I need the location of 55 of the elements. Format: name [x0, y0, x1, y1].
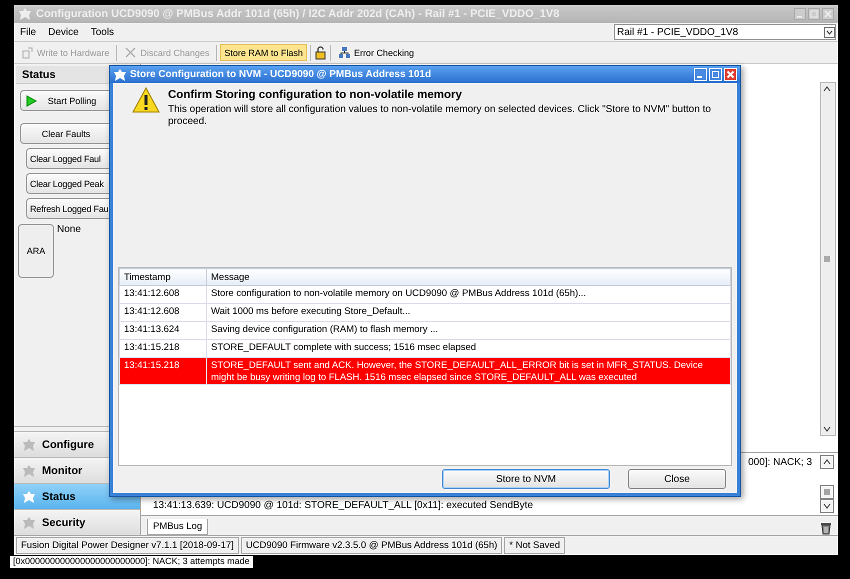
- x-icon: [124, 46, 138, 59]
- trash-icon[interactable]: [820, 521, 832, 535]
- toolbar-button[interactable]: Error Checking: [334, 44, 418, 61]
- column-header: Timestamp: [120, 268, 206, 286]
- minimize-icon[interactable]: [794, 8, 806, 20]
- log-line: 13:41:13.639: UCD9090 @ 101d: STORE_DEFAULT_ALL [0x11]: executed SendByte: [153, 500, 534, 511]
- column-header: Message: [206, 268, 730, 286]
- lock-icon[interactable]: [314, 46, 327, 60]
- dialog-message: This operation will store all configuration values to non-volatile memory on selected devices. Click "Store to NVM" button to proceed.: [168, 104, 712, 128]
- menu-item[interactable]: Tools: [84, 26, 120, 38]
- status-text: * Not Saved: [504, 537, 565, 554]
- menu-item[interactable]: Device: [42, 26, 85, 38]
- table-cell: Saving device configuration (RAM) to flash memory ...: [206, 322, 730, 340]
- close-icon[interactable]: [822, 8, 834, 20]
- table-cell: Wait 1000 ms before executing Store_Default...: [206, 304, 730, 322]
- toolbar-button[interactable]: Store RAM to Flash: [220, 44, 307, 61]
- status-text: Fusion Digital Power Designer v7.1.1 [2018-09-17]: [16, 537, 239, 554]
- log-tab[interactable]: PMBus Log: [147, 519, 208, 535]
- upload-icon: [21, 46, 34, 59]
- background-log-text: [0x000000000000000000000000]: NACK; 3 attempts made: [10, 556, 253, 568]
- status-text: UCD9090 Firmware v2.3.5.0 @ PMBus Address 101d (65h): [240, 537, 502, 554]
- logo-icon: [18, 7, 32, 21]
- dialog-button[interactable]: Store to NVM: [442, 469, 610, 489]
- logo-icon: [22, 490, 36, 504]
- scrollbar[interactable]: [820, 82, 836, 436]
- maximize-icon[interactable]: [808, 8, 820, 20]
- dialog-heading: Confirm Storing configuration to non-volatile memory: [168, 89, 463, 101]
- panel-button[interactable]: Clear Logged Faul: [26, 148, 109, 169]
- dialog-button[interactable]: Close: [628, 469, 726, 489]
- table-cell: STORE_DEFAULT sent and ACK. However, the STORE_DEFAULT_ALL_ERROR bit is set in MFR_STATUS. Device might be busy writing log to FLASH. 1516 msec elapsed since STORE_DEFAULT_ALL was executed: [206, 358, 730, 384]
- logo-icon: [22, 464, 36, 478]
- rail-select[interactable]: Rail #1 - PCIE_VDDO_1V8: [614, 24, 836, 40]
- grip-icon: [821, 255, 833, 263]
- scroll-controls-icon: [820, 485, 834, 513]
- table-cell: Store configuration to non-volatile memory on UCD9090 @ PMBus Address 101d (65h)...: [206, 286, 730, 304]
- logo-icon: [22, 516, 36, 530]
- log-line: 000]: NACK; 3: [748, 457, 812, 468]
- table-cell: 13:41:15.218: [120, 358, 206, 384]
- panel-button[interactable]: Refresh Logged Fau: [26, 198, 109, 219]
- ara-value: None: [57, 224, 81, 237]
- menu-item[interactable]: File: [14, 26, 42, 38]
- panel-button[interactable]: Start Polling: [20, 90, 109, 111]
- dropdown-icon: [824, 26, 835, 38]
- play-icon: [25, 94, 37, 106]
- logo-icon: [22, 438, 36, 452]
- table-cell: 13:41:12.608: [120, 286, 206, 304]
- ara-button[interactable]: ARA: [18, 224, 54, 278]
- logo-icon: [113, 68, 126, 81]
- panel-button[interactable]: Clear Logged Peak: [26, 173, 109, 194]
- table-cell: 13:41:13.624: [120, 322, 206, 340]
- table-cell: 13:41:12.608: [120, 304, 206, 322]
- network-icon: [338, 46, 351, 59]
- panel-button[interactable]: Clear Faults: [20, 123, 109, 144]
- warning-icon: [132, 87, 160, 113]
- nav-item[interactable]: Security: [14, 509, 140, 535]
